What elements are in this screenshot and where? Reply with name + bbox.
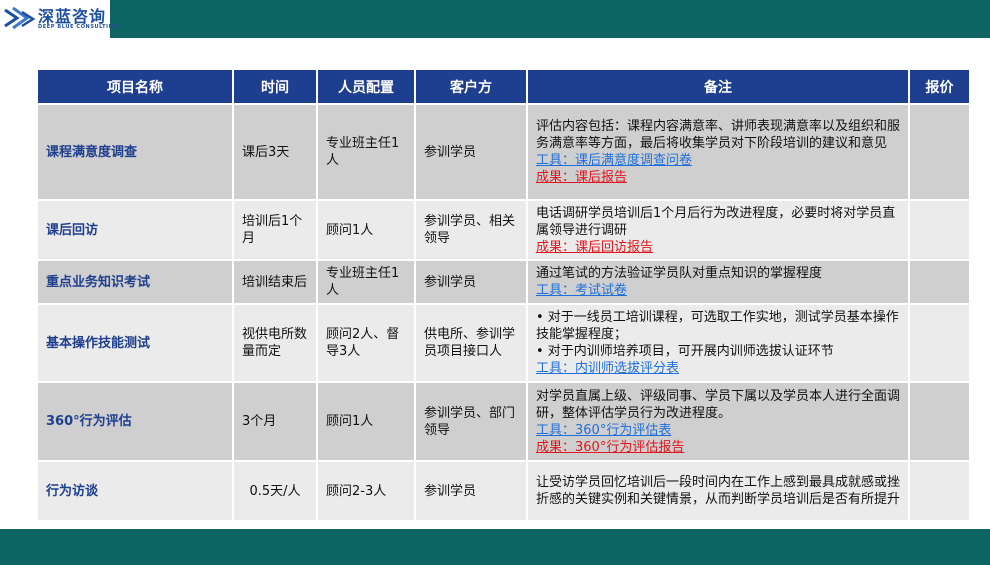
bottom-banner bbox=[0, 529, 990, 565]
logo-mark-icon bbox=[4, 6, 36, 30]
project-name-cell: 课后回访 bbox=[36, 199, 234, 261]
client-cell: 参训学员、相关领导 bbox=[414, 199, 528, 261]
notes-text: 评估内容包括：课程内容满意率、讲师表现满意率以及组织和服务满意率等方面，最后将收… bbox=[536, 119, 901, 151]
notes-cell: 电话调研学员培训后1个月后行为改进程度，必要时将对学员直属领导进行调研 成果：课… bbox=[526, 199, 910, 261]
notes-text: • 对于内训师培养项目，可开展内训师选拔认证环节 bbox=[536, 344, 834, 359]
staff-cell: 顾问2人、督导3人 bbox=[316, 303, 416, 383]
notes-text: 电话调研学员培训后1个月后行为改进程度，必要时将对学员直属领导进行调研 bbox=[536, 205, 896, 238]
staff-cell: 专业班主任1人 bbox=[316, 103, 416, 201]
client-cell: 参训学员、部门领导 bbox=[414, 381, 528, 462]
time-cell: 培训后1个月 bbox=[232, 199, 318, 261]
time-cell: 3个月 bbox=[232, 381, 318, 462]
notes-cell: • 对于一线员工培训课程，可选取工作实地，测试学员基本操作技能掌握程度； • 对… bbox=[526, 303, 910, 383]
header-notes: 备注 bbox=[526, 68, 910, 105]
project-name-cell: 行为访谈 bbox=[36, 460, 234, 522]
price-cell bbox=[908, 259, 971, 305]
tool-link[interactable]: 工具：课后满意度调查问卷 bbox=[536, 152, 900, 169]
price-cell bbox=[908, 103, 971, 201]
notes-cell: 让受访学员回忆培训后一段时间内在工作上感到最具成就感或挫折感的关键实例和关键情景… bbox=[526, 460, 910, 522]
notes-cell: 通过笔试的方法验证学员队对重点知识的掌握程度 工具：考试试卷 bbox=[526, 259, 910, 305]
table-row: 360°行为评估 3个月 顾问1人 参训学员、部门领导 对学员直属上级、评级同事… bbox=[36, 381, 971, 462]
staff-cell: 顾问2-3人 bbox=[316, 460, 416, 522]
project-name-cell: 基本操作技能测试 bbox=[36, 303, 234, 383]
result-link[interactable]: 成果：课后报告 bbox=[536, 169, 900, 186]
header-client: 客户方 bbox=[414, 68, 528, 105]
header-price: 报价 bbox=[908, 68, 971, 105]
project-name-cell: 课程满意度调查 bbox=[36, 103, 234, 201]
client-cell: 参训学员 bbox=[414, 460, 528, 522]
table-row: 基本操作技能测试 视供电所数量而定 顾问2人、督导3人 供电所、参训学员项目接口… bbox=[36, 303, 971, 383]
price-cell bbox=[908, 460, 971, 522]
time-cell: 培训结束后 bbox=[232, 259, 318, 305]
time-cell: 课后3天 bbox=[232, 103, 318, 201]
price-cell bbox=[908, 199, 971, 261]
result-link[interactable]: 成果：课后回访报告 bbox=[536, 239, 900, 256]
result-link[interactable]: 成果：360°行为评估报告 bbox=[536, 439, 900, 456]
price-cell bbox=[908, 381, 971, 462]
table-row: 课程满意度调查 课后3天 专业班主任1人 参训学员 评估内容包括：课程内容满意率… bbox=[36, 103, 971, 201]
header-time: 时间 bbox=[232, 68, 318, 105]
project-name-cell: 重点业务知识考试 bbox=[36, 259, 234, 305]
tool-link[interactable]: 工具：考试试卷 bbox=[536, 282, 900, 299]
staff-cell: 专业班主任1人 bbox=[316, 259, 416, 305]
table-row: 行为访谈 0.5天/人 顾问2-3人 参训学员 让受访学员回忆培训后一段时间内在… bbox=[36, 460, 971, 522]
notes-text: 通过笔试的方法验证学员队对重点知识的掌握程度 bbox=[536, 266, 823, 281]
price-cell bbox=[908, 303, 971, 383]
project-name-cell: 360°行为评估 bbox=[36, 381, 234, 462]
table-row: 课后回访 培训后1个月 顾问1人 参训学员、相关领导 电话调研学员培训后1个月后… bbox=[36, 199, 971, 261]
tool-link[interactable]: 工具：内训师选拔评分表 bbox=[536, 360, 900, 377]
tool-link[interactable]: 工具：360°行为评估表 bbox=[536, 422, 900, 439]
client-cell: 供电所、参训学员项目接口人 bbox=[414, 303, 528, 383]
notes-cell: 评估内容包括：课程内容满意率、讲师表现满意率以及组织和服务满意率等方面，最后将收… bbox=[526, 103, 910, 201]
notes-text: • 对于一线员工培训课程，可选取工作实地，测试学员基本操作技能掌握程度； bbox=[536, 310, 899, 342]
table-header-row: 项目名称 时间 人员配置 客户方 备注 报价 bbox=[36, 68, 971, 105]
service-quote-table: 项目名称 时间 人员配置 客户方 备注 报价 课程满意度调查 课后3天 专业班主… bbox=[36, 68, 971, 522]
table-row: 重点业务知识考试 培训结束后 专业班主任1人 参训学员 通过笔试的方法验证学员队… bbox=[36, 259, 971, 305]
time-cell: 0.5天/人 bbox=[232, 460, 318, 522]
time-cell: 视供电所数量而定 bbox=[232, 303, 318, 383]
header-project-name: 项目名称 bbox=[36, 68, 234, 105]
header-staffing: 人员配置 bbox=[316, 68, 416, 105]
staff-cell: 顾问1人 bbox=[316, 199, 416, 261]
company-logo: 深蓝咨询 DEEP BLUE CONSULTING bbox=[0, 0, 118, 38]
notes-cell: 对学员直属上级、评级同事、学员下属以及学员本人进行全面调研，整体评估学员行为改进… bbox=[526, 381, 910, 462]
staff-cell: 顾问1人 bbox=[316, 381, 416, 462]
notes-text: 对学员直属上级、评级同事、学员下属以及学员本人进行全面调研，整体评估学员行为改进… bbox=[536, 388, 901, 421]
client-cell: 参训学员 bbox=[414, 103, 528, 201]
notes-text: 让受访学员回忆培训后一段时间内在工作上感到最具成就感或挫折感的关键实例和关键情景… bbox=[536, 475, 901, 507]
client-cell: 参训学员 bbox=[414, 259, 528, 305]
top-banner: 深蓝咨询 DEEP BLUE CONSULTING bbox=[0, 0, 990, 38]
logo-name-en: DEEP BLUE CONSULTING bbox=[38, 24, 119, 30]
